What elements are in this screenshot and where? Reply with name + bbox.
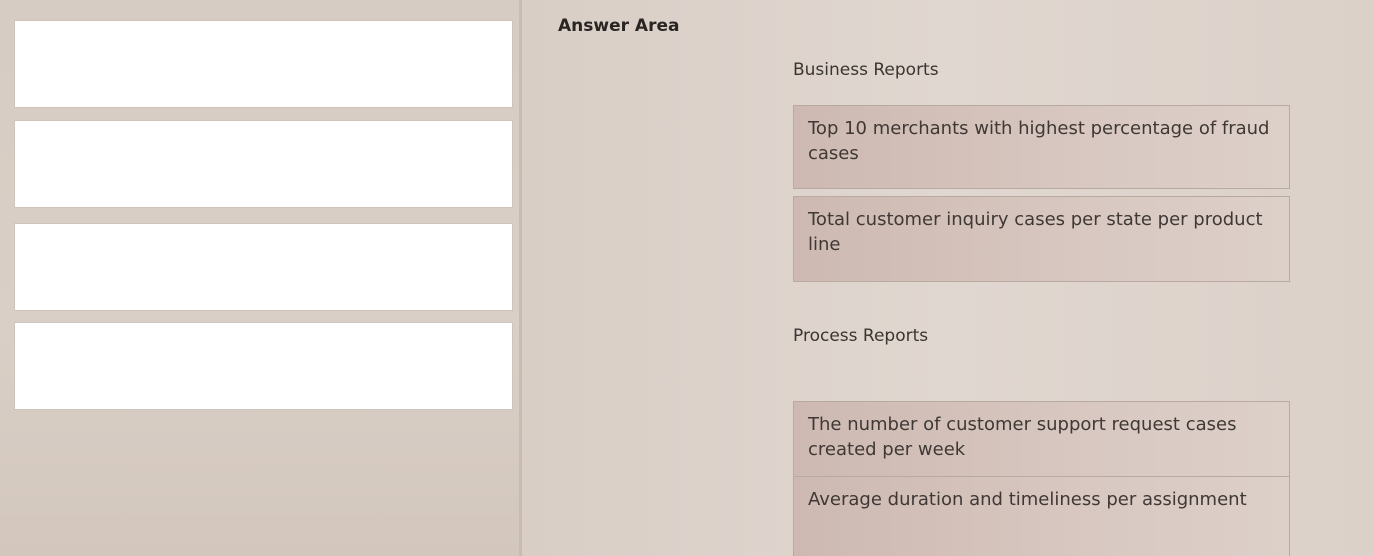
answer-item-business-1[interactable]: Top 10 merchants with highest percentage… [793,105,1290,189]
answer-item-process-1[interactable]: The number of customer support request c… [793,401,1290,477]
drop-slot-2[interactable] [15,121,512,207]
answer-item-process-2[interactable]: Average duration and timeliness per assi… [793,476,1290,556]
drop-target-panel [0,0,521,556]
answer-area-title: Answer Area [558,16,680,36]
drop-slot-1[interactable] [15,21,512,107]
business-reports-heading: Business Reports [793,60,939,80]
drop-slot-4[interactable] [15,323,512,409]
process-reports-heading: Process Reports [793,326,929,346]
answer-item-business-2[interactable]: Total customer inquiry cases per state p… [793,196,1290,282]
drop-slot-3[interactable] [15,224,512,310]
